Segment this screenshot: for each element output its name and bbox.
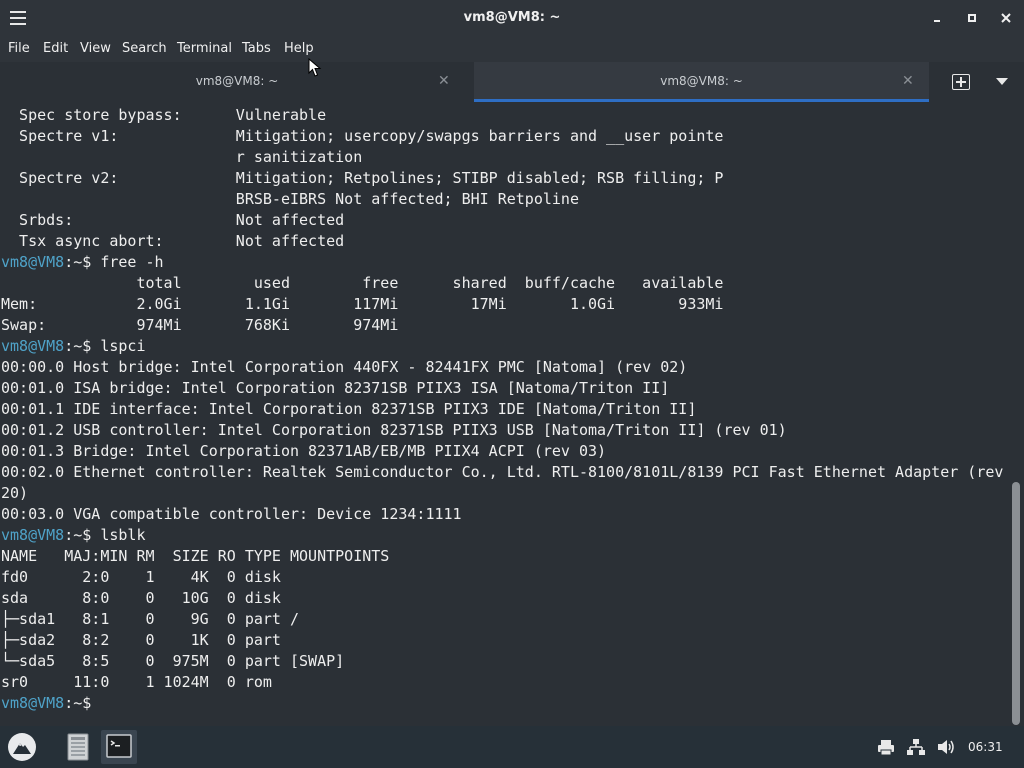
terminal-output-line: ├─sda1 8:1 0 9G 0 part / [1,610,300,628]
terminal-output-line: Mem: 2.0Gi 1.1Gi 117Mi 17Mi 1.0Gi 933Mi [1,295,724,313]
terminal-output-line: 00:03.0 VGA compatible controller: Devic… [1,505,462,523]
terminal-output-line: Spectre v2: Mitigation; Retpolines; STIB… [1,169,724,187]
command-text: lsblk [91,526,146,544]
new-tab-icon[interactable] [952,74,970,90]
menu-view[interactable]: View [80,41,111,56]
taskbar-file-manager[interactable] [60,730,96,764]
tab-2[interactable]: vm8@VM8: ~ ✕ [474,62,929,102]
menu-terminal[interactable]: Terminal [177,41,232,56]
terminal-command-line: vm8@VM8:~$ lsblk [1,525,1003,546]
terminal-output-line: Spec store bypass: Vulnerable [1,106,327,124]
minimize-icon [934,20,940,22]
menu-file[interactable]: File [8,41,30,56]
close-button[interactable] [996,8,1016,28]
prompt-path: :~ [64,526,83,544]
terminal-command-line: vm8@VM8:~$ free -h [1,252,1003,273]
terminal-output-line: 00:01.0 ISA bridge: Intel Corporation 82… [1,379,670,397]
mouse-pointer-icon [308,58,322,77]
network-icon [907,739,925,755]
terminal-output-line: 00:00.0 Host bridge: Intel Corporation 4… [1,358,688,376]
clock[interactable]: 06:31 [968,740,1003,754]
terminal-icon [106,734,132,758]
tray-volume[interactable] [936,738,956,756]
command-text: free -h [91,253,164,271]
prompt-path: :~ [64,337,83,355]
command-text [91,694,100,712]
terminal-view[interactable]: Spec store bypass: Vulnerable Spectre v1… [0,102,1024,726]
maximize-button[interactable] [962,8,982,28]
prompt-symbol: $ [82,694,92,712]
prompt-path: :~ [64,253,83,271]
file-manager-icon [67,733,89,761]
menu-bar: File Edit View Search Terminal Tabs Help [0,36,1024,62]
tab-close-icon[interactable]: ✕ [438,73,450,89]
menu-edit[interactable]: Edit [43,41,68,56]
minimize-button[interactable] [928,8,948,28]
terminal-output-line: └─sda5 8:5 0 975M 0 part [SWAP] [1,652,345,670]
app-launcher-button[interactable] [8,733,36,761]
terminal-output-line: 00:01.1 IDE interface: Intel Corporation… [1,400,697,418]
tray-network[interactable] [906,738,926,756]
terminal-output-line: BRSB-eIBRS Not affected; BHI Retpoline [1,190,579,208]
terminal-output-line: NAME MAJ:MIN RM SIZE RO TYPE MOUNTPOINTS [1,547,390,565]
terminal-output-line: Spectre v1: Mitigation; usercopy/swapgs … [1,127,724,145]
window-title: vm8@VM8: ~ [463,10,561,25]
tab-bar: vm8@VM8: ~ ✕ vm8@VM8: ~ ✕ [0,62,1024,102]
title-bar: vm8@VM8: ~ [0,0,1024,36]
tab-close-icon[interactable]: ✕ [902,73,914,89]
tab-label: vm8@VM8: ~ [660,74,743,88]
terminal-output-line: ├─sda2 8:2 0 1K 0 part [1,631,281,649]
prompt-user: vm8@VM8 [1,337,65,355]
mountain-icon [13,743,31,754]
terminal-output-line: 20) [1,484,29,502]
terminal-output-line: sda 8:0 0 10G 0 disk [1,589,281,607]
terminal-output-line: total used free shared buff/cache availa… [1,274,724,292]
terminal-command-line: vm8@VM8:~$ [1,693,1003,714]
prompt-user: vm8@VM8 [1,694,65,712]
maximize-icon [968,14,976,22]
command-text: lspci [91,337,146,355]
prompt-symbol: $ [82,253,92,271]
prompt-symbol: $ [82,526,92,544]
terminal-output-line: 00:01.3 Bridge: Intel Corporation 82371A… [1,442,607,460]
terminal-command-line: vm8@VM8:~$ lspci [1,336,1003,357]
tab-label: vm8@VM8: ~ [195,74,279,88]
prompt-user: vm8@VM8 [1,253,65,271]
terminal-output-line: 00:01.2 USB controller: Intel Corporatio… [1,421,787,439]
prompt-symbol: $ [82,337,92,355]
close-icon [1001,13,1011,23]
terminal-output: Spec store bypass: Vulnerable Spectre v1… [1,105,1003,714]
terminal-output-line: sr0 11:0 1 1024M 0 rom [1,673,272,691]
volume-icon [938,740,954,754]
prompt-user: vm8@VM8 [1,526,65,544]
menu-tabs[interactable]: Tabs [242,41,271,56]
prompt-path: :~ [64,694,83,712]
tab-list-dropdown-icon[interactable] [996,78,1008,85]
terminal-output-line: 00:02.0 Ethernet controller: Realtek Sem… [1,463,1004,481]
tab-1[interactable]: vm8@VM8: ~ ✕ [0,62,474,102]
scrollbar[interactable] [1012,482,1020,725]
tray-printer[interactable] [876,738,896,756]
terminal-output-line: Srbds: Not affected [1,211,345,229]
taskbar-terminal[interactable] [101,730,137,764]
terminal-output-line: r sanitization [1,148,363,166]
menu-help[interactable]: Help [284,41,314,56]
printer-icon [878,740,894,756]
menu-search[interactable]: Search [122,41,167,56]
taskbar: 06:31 [0,726,1024,768]
terminal-output-line: Tsx async abort: Not affected [1,232,345,250]
terminal-output-line: fd0 2:0 1 4K 0 disk [1,568,281,586]
terminal-output-line: Swap: 974Mi 768Ki 974Mi [1,316,399,334]
